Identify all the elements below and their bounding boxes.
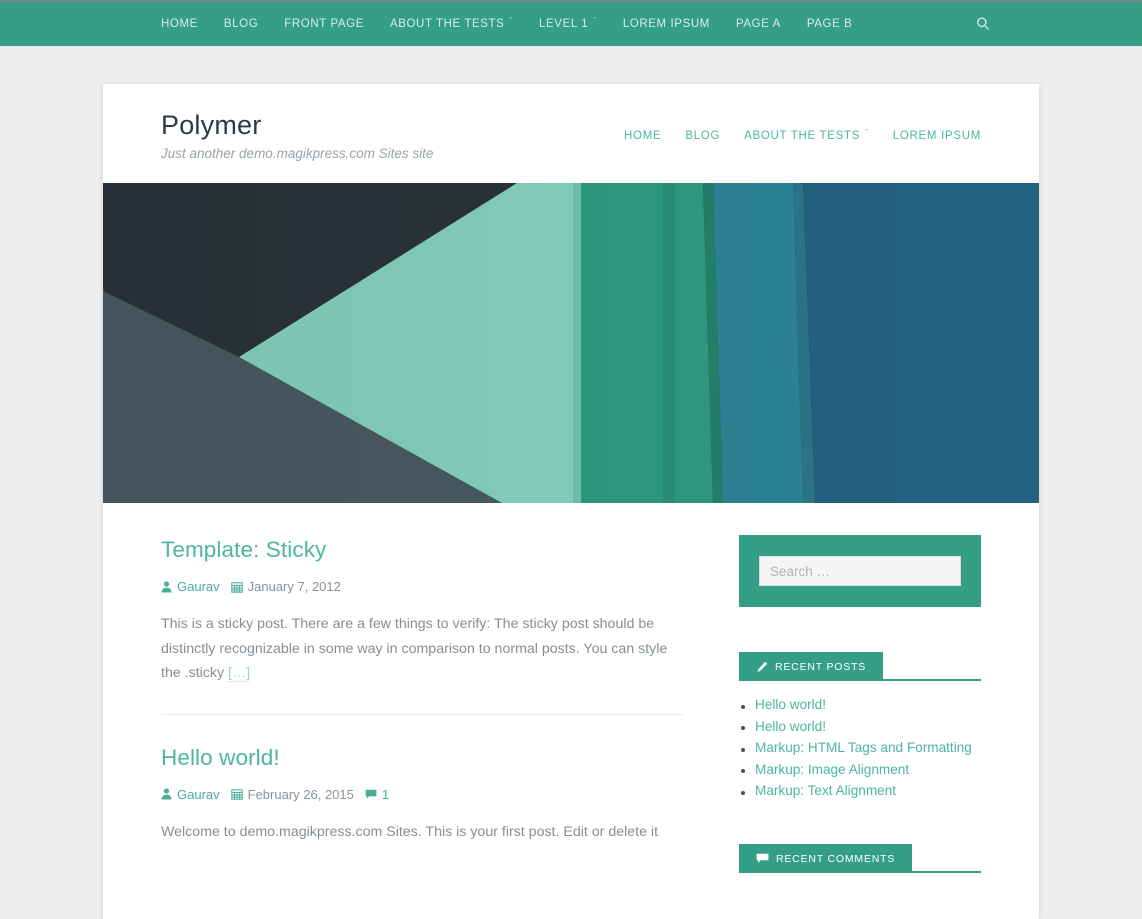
search-input[interactable] [759,556,961,586]
site-header: Polymer Just another demo.magikpress.com… [103,84,1039,183]
user-icon [161,580,172,593]
calendar-icon [230,581,243,593]
post-date: January 7, 2012 [230,579,341,594]
widget-header: RECENT COMMENTS [739,844,981,873]
post-excerpt-text: Welcome to demo.magikpress.com Sites. Th… [161,823,659,840]
post-title[interactable]: Hello world! [161,745,683,771]
nav-item-page-a[interactable]: PAGE A [723,18,794,30]
post-article: Hello world! Gaurav February 26, 2015 1 … [161,745,683,845]
nav-item-front-page[interactable]: FRONT PAGE [271,18,377,30]
page-card: Polymer Just another demo.magikpress.com… [103,84,1039,919]
nav-item-label: HOME [161,18,198,30]
search-widget [739,535,981,607]
widget-title: RECENT POSTS [739,652,884,681]
post-excerpt: This is a sticky post. There are a few t… [161,612,683,686]
list-item[interactable]: Markup: HTML Tags and Formatting [739,740,981,755]
post-meta: Gaurav [161,579,683,594]
post-article: Template: Sticky Gaurav January 7, 2012 … [161,537,683,686]
search-icon [972,13,994,35]
comment-icon [756,853,769,864]
post-comment-number[interactable]: 1 [382,787,389,802]
post-meta: Gaurav [161,787,683,802]
search-toggle-button[interactable] [972,13,994,35]
header-nav-item-blog[interactable]: BLOG [673,130,732,142]
nav-item-label: BLOG [685,130,721,142]
site-title[interactable]: Polymer [161,110,261,141]
nav-item-level-1[interactable]: LEVEL 1 ˇ [526,15,610,30]
chevron-down-icon: ˇ [593,15,597,26]
nav-item-label: PAGE A [735,18,781,30]
pencil-icon [756,661,768,673]
user-icon [161,788,172,800]
post-date-text: February 26, 2015 [247,786,354,802]
nav-item-home[interactable]: HOME [161,18,211,30]
nav-item-label: ABOUT THE TESTS [389,18,505,30]
list-item[interactable]: Markup: Text Alignment [739,783,981,798]
calendar-icon [230,788,243,800]
nav-item-label: LOREM IPSUM [622,18,710,30]
site-description: Just another demo.magikpress.com Sites s… [161,146,434,161]
post-excerpt: Welcome to demo.magikpress.com Sites. Th… [161,820,683,845]
nav-item-label: BLOG [223,18,259,30]
list-item[interactable]: Hello world! [739,719,981,734]
post-author[interactable]: Gaurav [161,579,220,594]
nav-item-page-b[interactable]: PAGE B [794,18,866,30]
read-more-link[interactable]: […] [228,665,251,682]
post-date-text: January 7, 2012 [247,579,341,594]
post-comment-count[interactable]: 1 [365,787,389,802]
nav-item-label: FRONT PAGE [284,18,364,30]
widget-header: RECENT POSTS [739,652,981,681]
secondary-navigation: HOME BLOG ABOUT THE TESTS ˇ LOREM IPSUM [612,127,981,142]
sidebar: RECENT POSTS Hello world! Hello world! Mar… [739,503,1039,919]
main-content-column: Template: Sticky Gaurav January 7, 2012 … [103,503,739,919]
header-nav-item-about-the-tests[interactable]: ABOUT THE TESTS ˇ [732,127,881,142]
nav-item-label: LOREM IPSUM [892,130,981,142]
header-nav-item-lorem-ipsum[interactable]: LOREM IPSUM [881,130,981,142]
content-wrapper: Template: Sticky Gaurav January 7, 2012 … [103,503,1039,919]
nav-item-label: ABOUT THE TESTS [744,130,861,142]
hero-banner-image [103,183,1039,503]
list-item[interactable]: Markup: Image Alignment [739,762,981,777]
post-author[interactable]: Gaurav [161,787,220,802]
hero-graphic [103,183,1039,503]
nav-item-label: PAGE B [806,18,853,30]
recent-comments-widget: RECENT COMMENTS [739,844,981,873]
comment-icon [365,789,377,800]
header-nav-item-home[interactable]: HOME [612,130,673,142]
primary-navigation: HOME BLOG FRONT PAGE ABOUT THE TESTS ˇ LEVEL … [161,2,865,46]
list-item[interactable]: Hello world! [739,697,981,712]
widget-title-text: RECENT COMMENTS [776,852,896,865]
widget-title-text: RECENT POSTS [775,660,867,673]
post-author-name[interactable]: Gaurav [177,579,220,594]
chevron-down-icon: ˇ [509,15,514,26]
nav-item-about-the-tests[interactable]: ABOUT THE TESTS ˇ [377,15,526,30]
post-title[interactable]: Template: Sticky [161,537,683,563]
nav-item-label: HOME [624,130,662,142]
nav-item-lorem-ipsum[interactable]: LOREM IPSUM [610,18,723,30]
chevron-down-icon: ˇ [865,127,869,138]
nav-item-blog[interactable]: BLOG [211,18,271,30]
post-date: February 26, 2015 [230,786,354,802]
widget-title: RECENT COMMENTS [739,844,913,873]
post-author-name[interactable]: Gaurav [177,787,220,802]
nav-item-label: LEVEL 1 [539,18,589,30]
recent-posts-list: Hello world! Hello world! Markup: HTML Tag… [739,697,981,798]
post-divider [161,713,683,715]
recent-posts-widget: RECENT POSTS Hello world! Hello world! Mar… [739,652,981,798]
